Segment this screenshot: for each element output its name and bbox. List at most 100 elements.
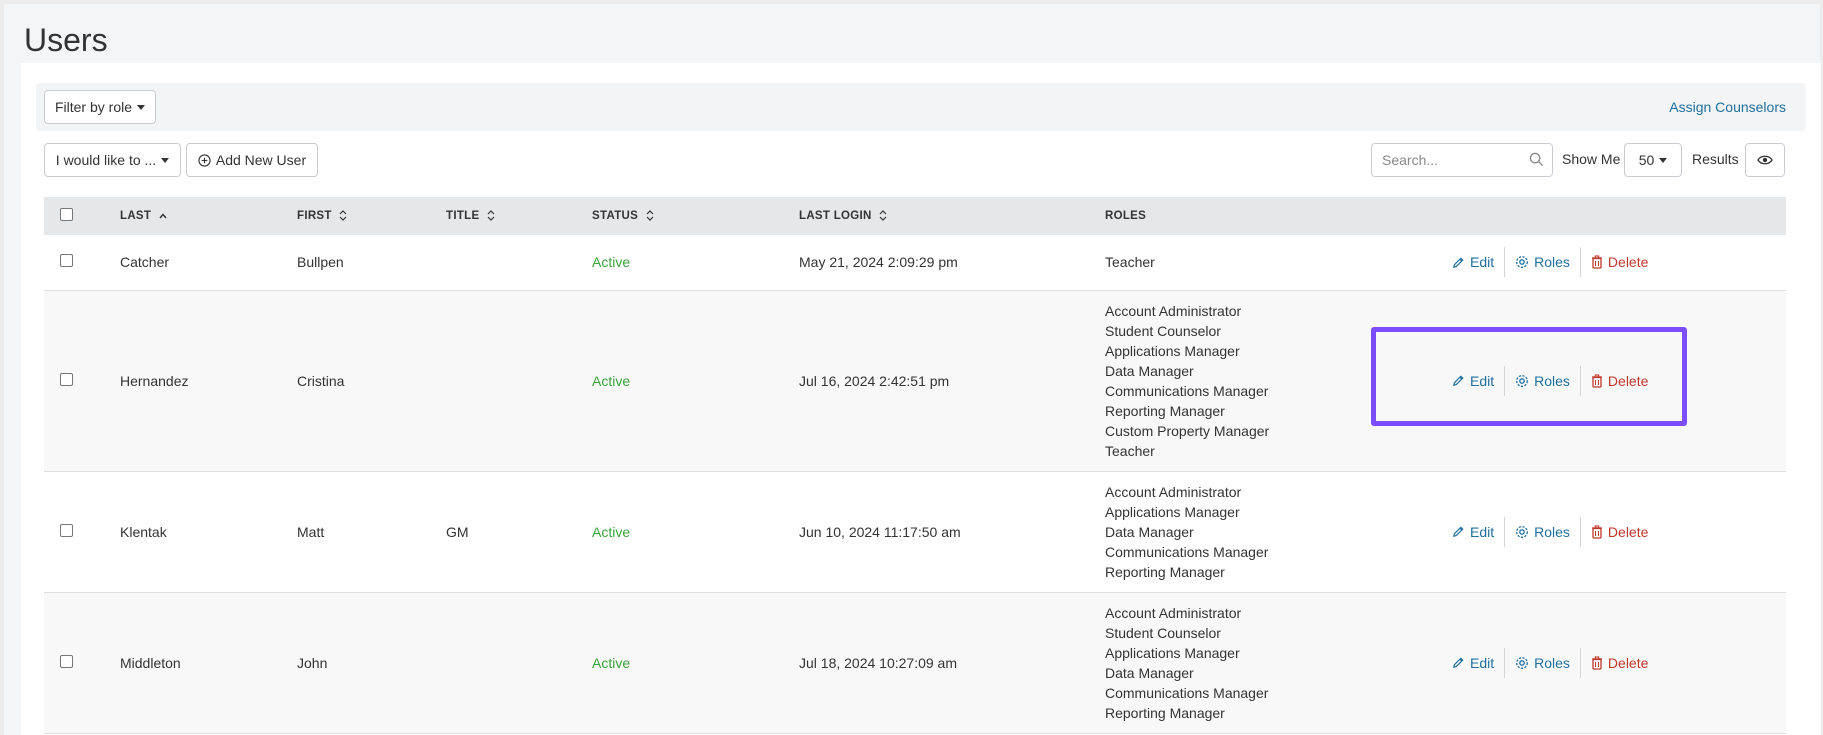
role-item: Data Manager <box>1105 664 1194 681</box>
cell-title: GM <box>446 523 469 540</box>
role-item: Reporting Manager <box>1105 563 1225 580</box>
status-badge: Active <box>592 254 631 271</box>
column-header-actions <box>1379 197 1786 235</box>
delete-button[interactable]: Delete <box>1581 247 1658 277</box>
table-row: Middleton John Active Jul 18, 2024 10:27… <box>44 592 1786 733</box>
trash-icon <box>1591 255 1603 269</box>
role-item: Account Administrator <box>1105 302 1242 319</box>
roles-label: Roles <box>1534 372 1570 389</box>
role-item: Reporting Manager <box>1105 704 1225 721</box>
show-me-label: Show Me <box>1562 151 1621 167</box>
search-field <box>1371 143 1553 177</box>
edit-label: Edit <box>1470 372 1495 389</box>
column-visibility-button[interactable] <box>1745 143 1785 177</box>
caret-down-icon <box>161 157 170 163</box>
edit-button[interactable]: Edit <box>1442 648 1504 678</box>
gear-icon <box>1515 374 1529 388</box>
roles-button[interactable]: Roles <box>1505 648 1580 678</box>
trash-icon <box>1591 655 1603 670</box>
sort-icon <box>646 210 654 222</box>
delete-button[interactable]: Delete <box>1581 517 1658 547</box>
row-actions: Edit Roles Delete <box>1442 365 1786 396</box>
column-header-last[interactable]: LAST <box>120 197 297 235</box>
cell-roles: Teacher <box>1105 235 1379 290</box>
cell-last: Catcher <box>120 254 170 271</box>
add-new-user-label: Add New User <box>215 152 307 168</box>
filter-bar: Filter by role Assign Counselors <box>36 83 1806 131</box>
cell-roles: Account Administrator Student Counselor Ap… <box>1105 592 1379 733</box>
action-select-label: I would like to ... <box>55 152 157 168</box>
add-new-user-button[interactable]: Add New User <box>186 143 318 177</box>
assign-counselors-link[interactable]: Assign Counselors <box>1669 99 1786 115</box>
column-header-roles: ROLES <box>1105 210 1147 222</box>
roles-button[interactable]: Roles <box>1505 517 1580 547</box>
edit-label: Edit <box>1470 254 1495 271</box>
row-actions: Edit Roles Delete <box>1442 247 1786 278</box>
role-item: Communications Manager <box>1105 684 1269 701</box>
edit-button[interactable]: Edit <box>1442 517 1504 547</box>
row-checkbox[interactable] <box>60 372 73 386</box>
table-body: Catcher Bullpen Active May 21, 2024 2:09… <box>44 235 1786 733</box>
caret-down-icon <box>1659 157 1668 163</box>
cell-title <box>446 290 592 471</box>
row-checkbox[interactable] <box>60 654 73 668</box>
edit-button[interactable]: Edit <box>1442 366 1504 396</box>
filter-by-role-label: Filter by role <box>54 99 133 115</box>
roles-button[interactable]: Roles <box>1505 247 1580 277</box>
role-item: Data Manager <box>1105 523 1194 540</box>
edit-label: Edit <box>1470 654 1495 671</box>
column-header-status[interactable]: STATUS <box>592 197 799 235</box>
cell-first: Cristina <box>297 372 345 389</box>
column-header-last-login[interactable]: LAST LOGIN <box>799 197 1105 235</box>
role-item: Applications Manager <box>1105 503 1240 520</box>
select-all-checkbox[interactable] <box>60 208 73 221</box>
row-checkbox[interactable] <box>60 523 73 537</box>
role-item: Custom Property Manager <box>1105 422 1270 439</box>
status-badge: Active <box>592 523 631 540</box>
cell-roles: Account Administrator Applications Manage… <box>1105 471 1379 592</box>
role-item: Teacher <box>1105 442 1155 459</box>
role-item: Communications Manager <box>1105 543 1269 560</box>
role-item: Data Manager <box>1105 362 1194 379</box>
cell-first: John <box>297 654 328 671</box>
role-item: Applications Manager <box>1105 644 1240 661</box>
page-size-value: 50 <box>1638 152 1655 168</box>
cell-first: Matt <box>297 523 325 540</box>
roles-button[interactable]: Roles <box>1505 366 1580 396</box>
pencil-icon <box>1452 656 1465 669</box>
roles-label: Roles <box>1534 654 1570 671</box>
search-icon[interactable] <box>1529 152 1544 167</box>
table-row: Klentak Matt GM Active Jun 10, 2024 11:1… <box>44 471 1786 592</box>
filter-by-role-button[interactable]: Filter by role <box>44 90 156 124</box>
cell-last: Klentak <box>120 523 167 540</box>
cell-last-login: Jun 10, 2024 11:17:50 am <box>799 523 961 540</box>
pencil-icon <box>1452 256 1465 269</box>
search-input[interactable] <box>1382 152 1532 168</box>
row-checkbox[interactable] <box>60 254 73 268</box>
page-size-select[interactable]: 50 <box>1624 143 1682 177</box>
pencil-icon <box>1452 374 1465 387</box>
gear-icon <box>1515 255 1529 269</box>
results-label: Results <box>1692 151 1739 167</box>
delete-label: Delete <box>1607 254 1649 271</box>
trash-icon <box>1591 524 1603 539</box>
row-actions: Edit Roles Delete <box>1442 516 1786 547</box>
gear-icon <box>1515 656 1529 670</box>
column-header-title[interactable]: TITLE <box>446 197 592 235</box>
row-actions: Edit Roles Delete <box>1442 647 1786 678</box>
cell-last-login: May 21, 2024 2:09:29 pm <box>799 254 958 271</box>
sort-icon <box>487 210 495 222</box>
page-frame: Users Filter by role Assign Counselors I… <box>4 4 1821 735</box>
column-header-first[interactable]: FIRST <box>297 197 446 235</box>
sort-ascending-icon <box>159 213 167 219</box>
delete-button[interactable]: Delete <box>1581 648 1658 678</box>
delete-button[interactable]: Delete <box>1581 366 1658 396</box>
status-badge: Active <box>592 372 631 389</box>
cell-title <box>446 592 592 733</box>
users-panel: Filter by role Assign Counselors I would… <box>21 63 1821 735</box>
caret-down-icon <box>137 104 146 110</box>
edit-button[interactable]: Edit <box>1442 247 1504 277</box>
gear-icon <box>1515 525 1529 539</box>
sort-icon <box>339 210 347 222</box>
action-select-button[interactable]: I would like to ... <box>44 143 181 177</box>
